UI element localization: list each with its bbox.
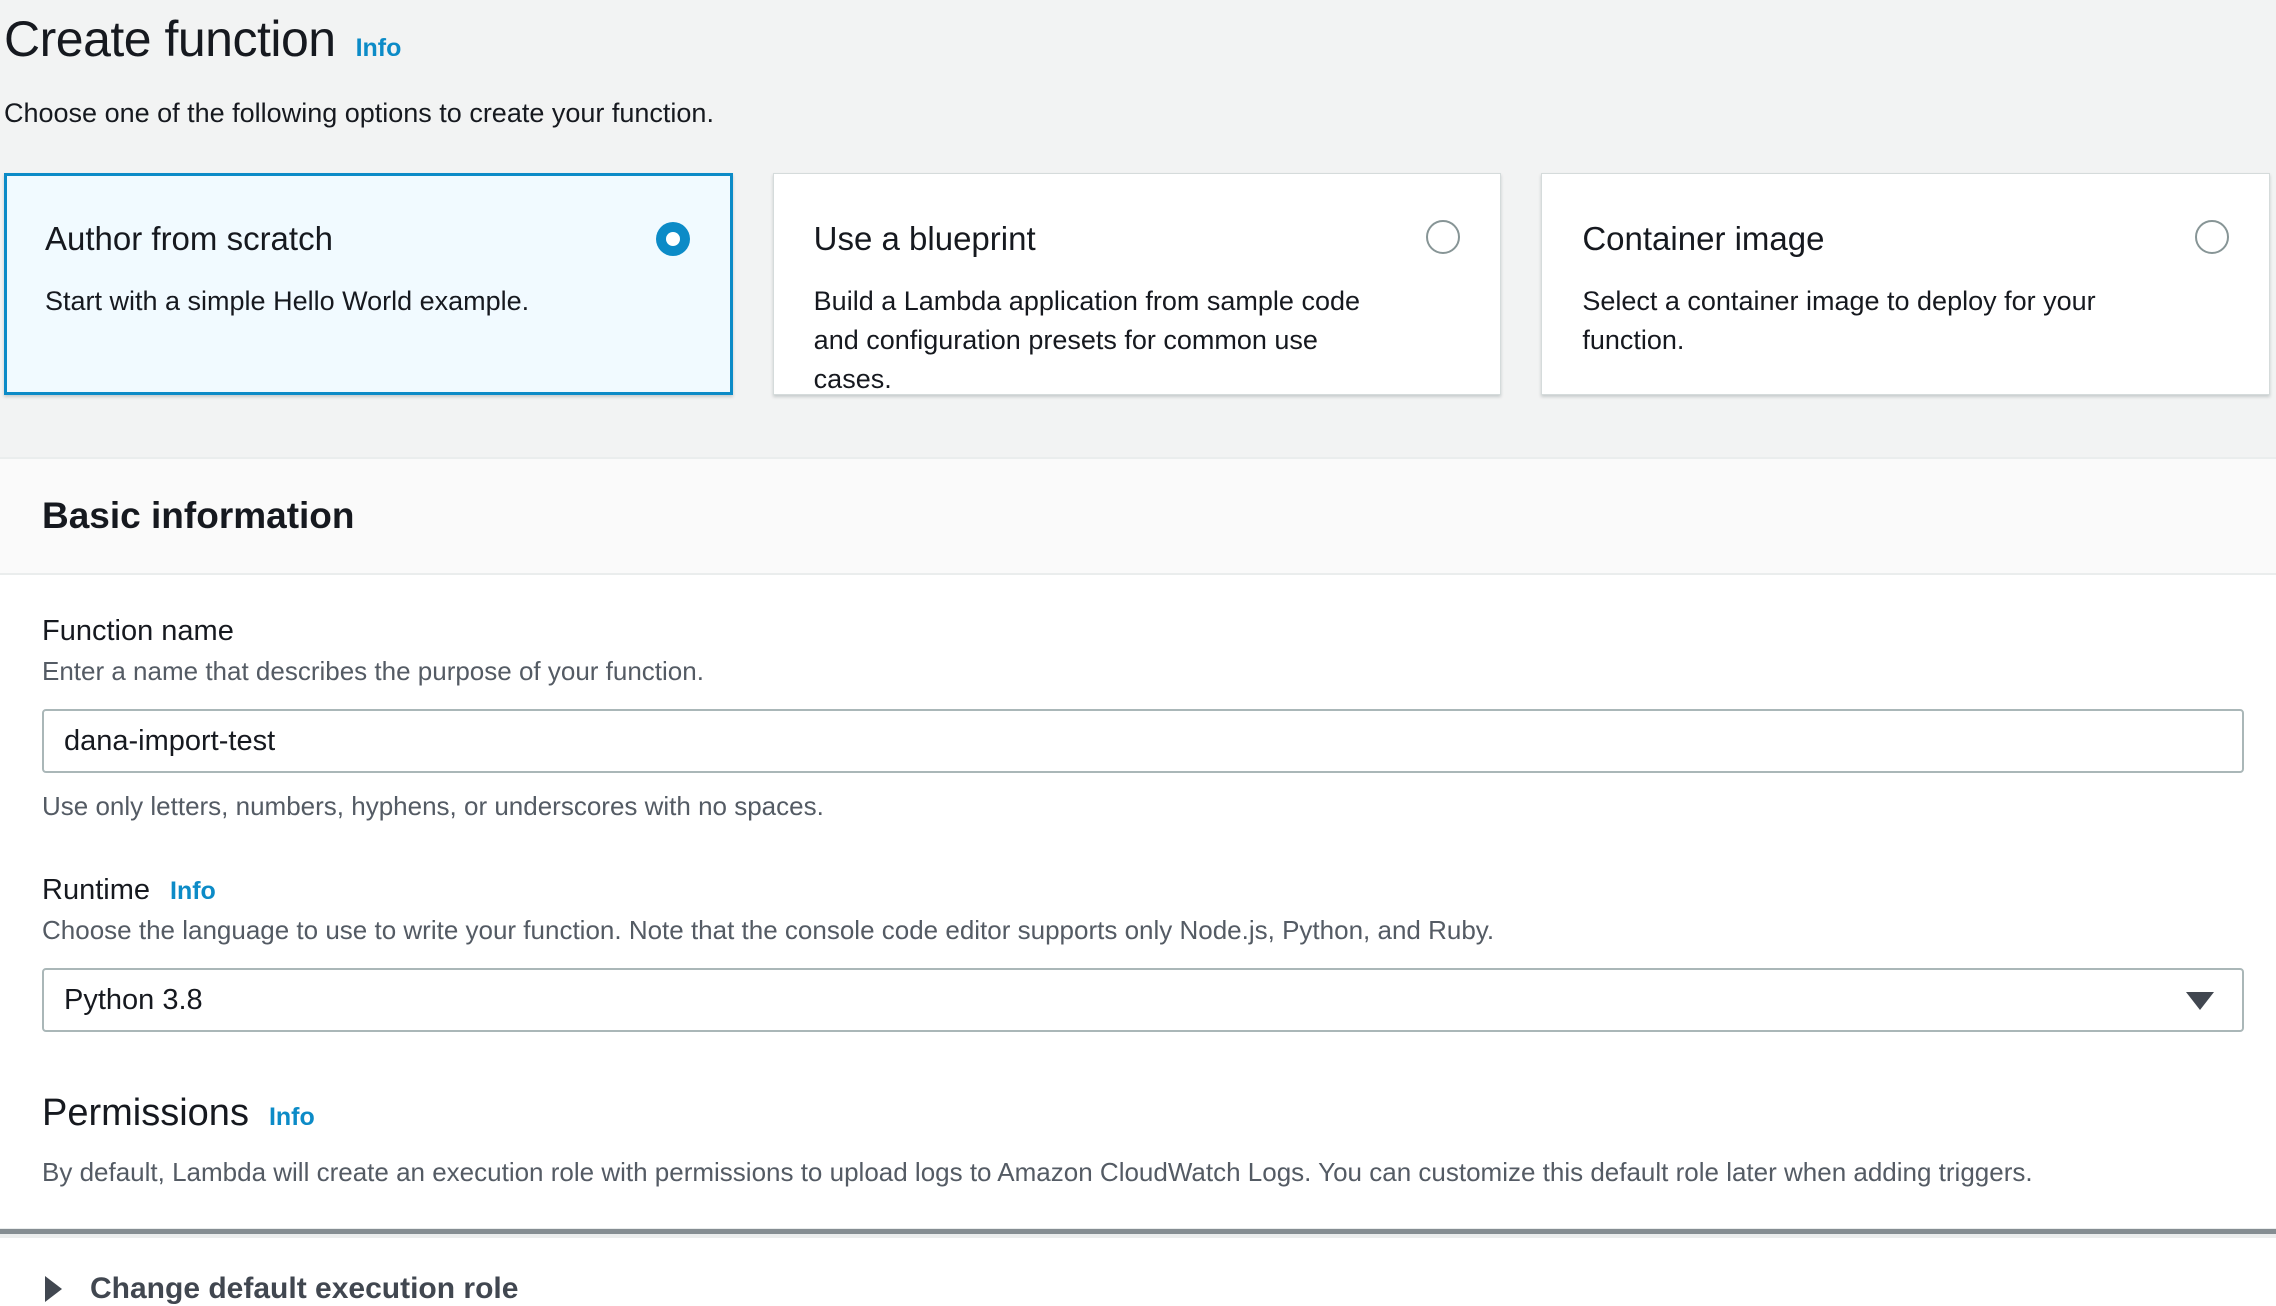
option-card-author-from-scratch[interactable]: Author from scratch Start with a simple … [4, 173, 733, 395]
function-name-description: Enter a name that describes the purpose … [42, 656, 2244, 687]
runtime-selected-value: Python 3.8 [64, 984, 203, 1017]
radio-button[interactable] [656, 222, 690, 256]
expander-arrow-icon [45, 1276, 62, 1302]
runtime-info-link[interactable]: Info [170, 877, 216, 906]
function-name-field-group: Function name Enter a name that describe… [42, 615, 2244, 822]
page-subtitle: Choose one of the following options to c… [4, 98, 2270, 129]
permissions-section: Permissions Info By default, Lambda will… [42, 1092, 2244, 1188]
runtime-select[interactable]: Python 3.8 [42, 968, 2244, 1032]
option-card-description: Start with a simple Hello World example. [45, 282, 692, 321]
expander-label: Change default execution role [90, 1272, 518, 1306]
change-default-execution-role-expander[interactable]: Change default execution role [0, 1230, 2276, 1306]
option-card-description: Build a Lambda application from sample c… [814, 282, 1461, 399]
function-name-label: Function name [42, 615, 234, 648]
runtime-description: Choose the language to use to write your… [42, 915, 2244, 946]
chevron-down-icon [2186, 992, 2214, 1010]
basic-information-form: Function name Enter a name that describe… [0, 575, 2276, 1188]
option-card-title: Use a blueprint [814, 220, 1461, 258]
page-title: Create function [4, 10, 336, 68]
radio-button[interactable] [2195, 220, 2229, 254]
permissions-heading: Permissions [42, 1092, 249, 1135]
permissions-description: By default, Lambda will create an execut… [42, 1157, 2244, 1188]
option-card-title: Author from scratch [45, 220, 692, 258]
basic-information-section-header: Basic information [0, 457, 2276, 575]
option-card-container-image[interactable]: Container image Select a container image… [1541, 173, 2270, 395]
window-bottom-edge [0, 1229, 2276, 1238]
creation-option-cards: Author from scratch Start with a simple … [4, 173, 2270, 395]
function-name-input[interactable] [42, 709, 2244, 773]
basic-information-heading: Basic information [42, 495, 355, 537]
page-header-area: Create function Info Choose one of the f… [0, 0, 2276, 457]
permissions-info-link[interactable]: Info [269, 1103, 315, 1132]
option-card-use-a-blueprint[interactable]: Use a blueprint Build a Lambda applicati… [773, 173, 1502, 395]
option-card-title: Container image [1582, 220, 2229, 258]
runtime-label: Runtime [42, 874, 150, 907]
page-title-info-link[interactable]: Info [356, 34, 402, 63]
option-card-description: Select a container image to deploy for y… [1582, 282, 2229, 360]
function-name-constraint: Use only letters, numbers, hyphens, or u… [42, 791, 2244, 822]
runtime-field-group: Runtime Info Choose the language to use … [42, 874, 2244, 1032]
title-row: Create function Info [4, 10, 2270, 68]
